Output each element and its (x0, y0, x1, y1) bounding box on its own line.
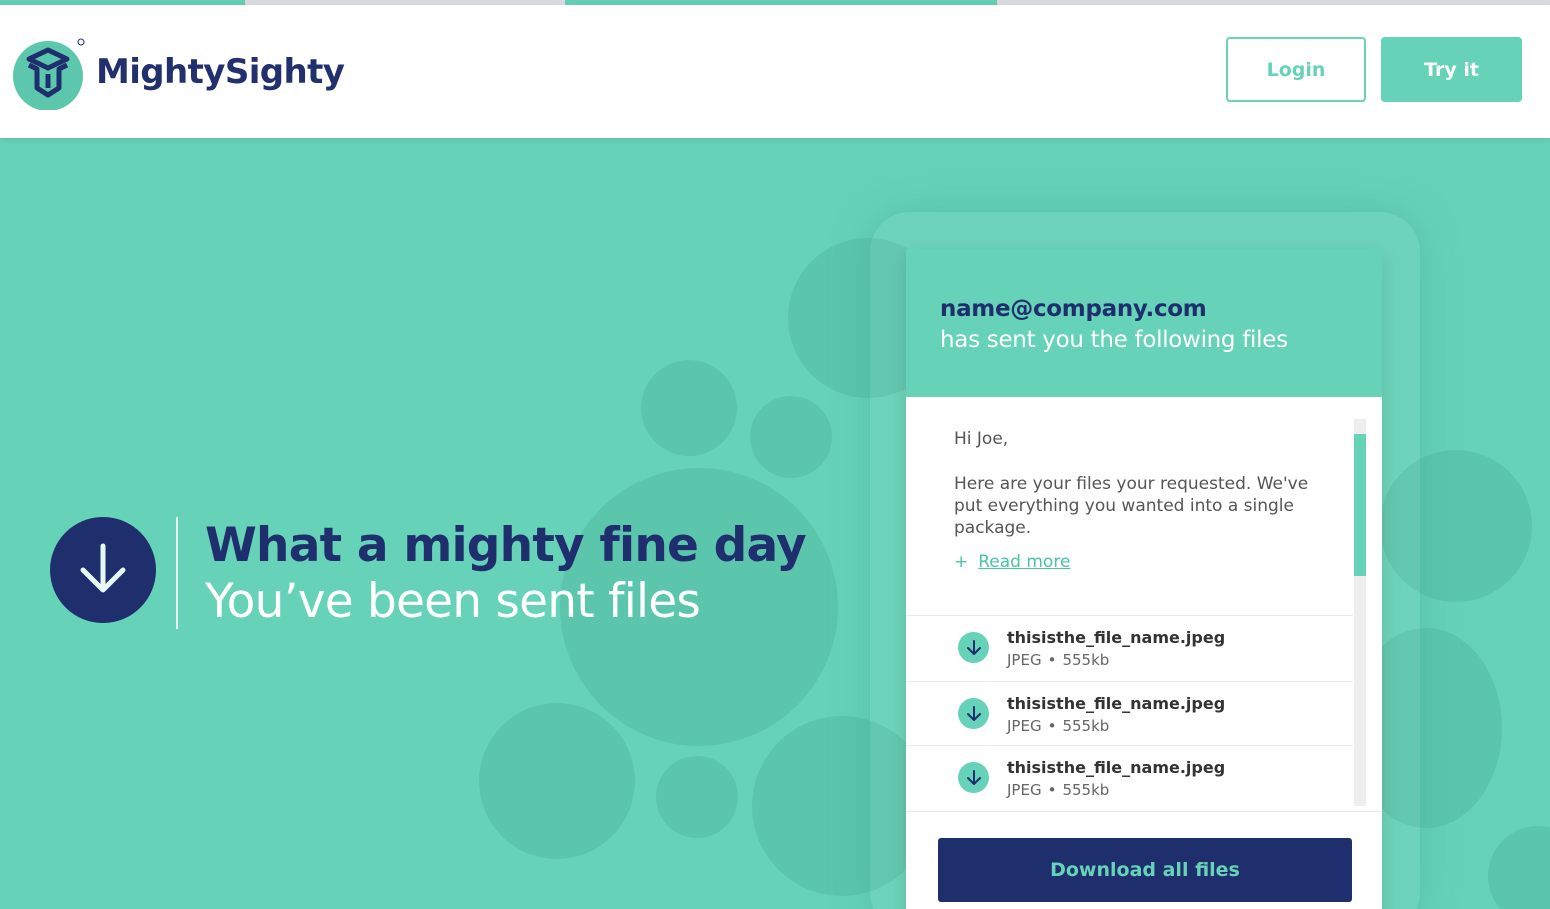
file-name: thisisthe_file_name.jpeg (1007, 694, 1226, 713)
file-size: 555kb (1062, 717, 1110, 735)
sender-text: has sent you the following files (940, 327, 1288, 353)
read-more-label[interactable]: Read more (978, 552, 1070, 572)
try-it-button[interactable]: Try it (1381, 37, 1522, 102)
file-row[interactable]: thisisthe_file_name.jpeg JPEG • 555kb (906, 615, 1353, 680)
file-meta: JPEG • 555kb (1007, 651, 1109, 669)
meta-separator: • (1047, 651, 1057, 669)
brand-name[interactable]: MightySighty (96, 52, 345, 92)
meta-separator: • (1047, 717, 1057, 735)
card-header: name@company.com has sent you the follow… (906, 249, 1382, 397)
decorative-bubble (641, 360, 737, 456)
decorative-bubble (750, 396, 832, 478)
site-header: MightySighty Login Try it (0, 5, 1550, 138)
download-arrow-icon[interactable] (958, 632, 989, 663)
box-logo-icon[interactable] (11, 36, 85, 110)
file-name: thisisthe_file_name.jpeg (1007, 758, 1226, 777)
file-type: JPEG (1007, 651, 1042, 669)
file-size: 555kb (1062, 781, 1110, 799)
message-body: Here are your files your requested. We'v… (954, 474, 1309, 538)
hero-divider (176, 517, 178, 629)
message-greeting: Hi Joe, (954, 429, 1009, 449)
decorative-bubble (656, 756, 738, 838)
file-list-bottom-divider (906, 811, 1382, 812)
plus-icon: + (954, 552, 969, 572)
sender-email: name@company.com (940, 296, 1207, 322)
login-button[interactable]: Login (1226, 37, 1366, 102)
file-type: JPEG (1007, 781, 1042, 799)
scrollbar-thumb[interactable] (1354, 434, 1366, 576)
hero-section: What a mighty fine day You’ve been sent … (0, 138, 1550, 909)
file-row[interactable]: thisisthe_file_name.jpeg JPEG • 555kb (906, 745, 1353, 810)
download-arrow-icon[interactable] (958, 698, 989, 729)
hero-title: What a mighty fine day (205, 518, 807, 573)
read-more-link[interactable]: + Read more (954, 552, 1070, 572)
file-meta: JPEG • 555kb (1007, 781, 1109, 799)
file-meta: JPEG • 555kb (1007, 717, 1109, 735)
download-arrow-icon (50, 517, 156, 623)
file-share-card: name@company.com has sent you the follow… (906, 249, 1382, 909)
download-arrow-icon[interactable] (958, 762, 989, 793)
decorative-bubble (479, 703, 635, 859)
meta-separator: • (1047, 781, 1057, 799)
file-name: thisisthe_file_name.jpeg (1007, 628, 1226, 647)
decorative-bubble (1488, 826, 1550, 909)
file-size: 555kb (1062, 651, 1110, 669)
hero-subtitle: You’ve been sent files (205, 574, 701, 629)
file-type: JPEG (1007, 717, 1042, 735)
file-row[interactable]: thisisthe_file_name.jpeg JPEG • 555kb (906, 681, 1353, 746)
download-all-button[interactable]: Download all files (938, 838, 1352, 902)
